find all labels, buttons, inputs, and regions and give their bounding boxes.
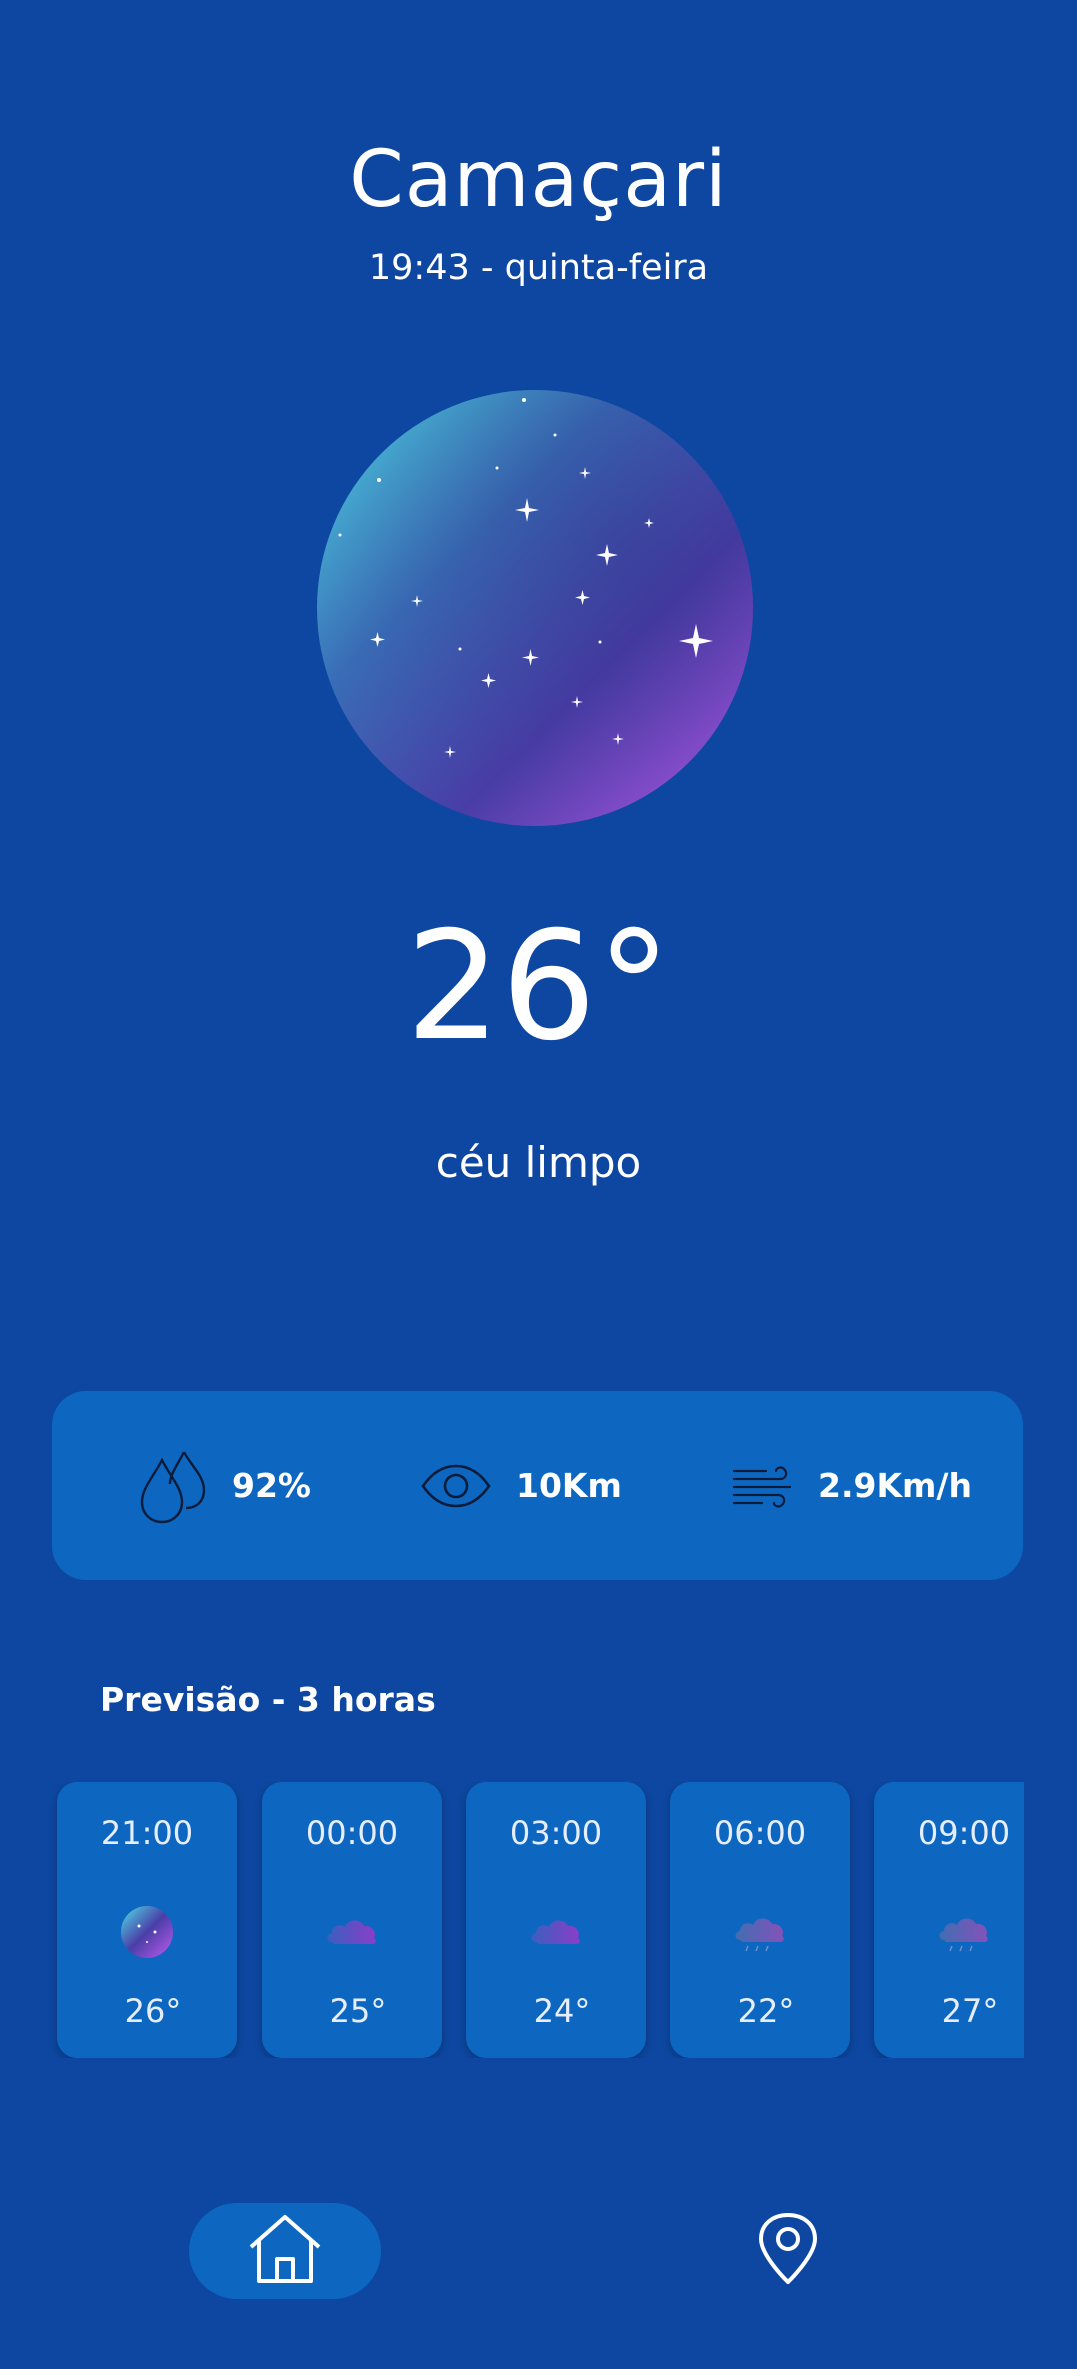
forecast-time: 09:00 <box>917 1814 1011 1852</box>
forecast-card[interactable]: 03:00 24° <box>466 1782 646 2058</box>
city-name: Camaçari <box>349 135 728 225</box>
forecast-temp: 25° <box>329 1992 387 2030</box>
forecast-temp: 26° <box>124 1992 182 2030</box>
wind-value: 2.9Km/h <box>818 1466 972 1505</box>
eye-icon <box>420 1464 492 1508</box>
forecast-card[interactable]: 09:00 27° <box>874 1782 1024 2058</box>
forecast-list[interactable]: 21:00 26° 00:00 25° 03:00 24° 06:00 22° … <box>0 1782 1024 2058</box>
nav-location-button[interactable] <box>740 2203 836 2299</box>
home-icon <box>247 2213 323 2289</box>
date-time: 19:43 - quinta-feira <box>368 248 709 288</box>
humidity-stat: 92% <box>138 1391 311 1580</box>
map-pin-icon <box>757 2212 819 2290</box>
rain-cloud-icon <box>730 1902 790 1962</box>
weather-stats-panel: 92% 10Km 2.9Km/h <box>52 1391 1023 1580</box>
forecast-card[interactable]: 21:00 26° <box>57 1782 237 2058</box>
humidity-value: 92% <box>232 1466 311 1505</box>
cloud-icon <box>526 1902 586 1962</box>
forecast-time: 00:00 <box>305 1814 399 1852</box>
clear-night-orb-icon <box>315 385 755 831</box>
forecast-title: Previsão - 3 horas <box>100 1680 436 1719</box>
visibility-stat: 10Km <box>420 1391 622 1580</box>
forecast-card[interactable]: 00:00 25° <box>262 1782 442 2058</box>
weather-description: céu limpo <box>435 1138 642 1187</box>
clear-night-icon <box>117 1902 177 1962</box>
droplets-icon <box>138 1448 208 1524</box>
current-temperature: 26° <box>405 900 672 1074</box>
forecast-time: 06:00 <box>713 1814 807 1852</box>
forecast-card[interactable]: 06:00 22° <box>670 1782 850 2058</box>
nav-home-button[interactable] <box>189 2203 381 2299</box>
cloud-icon <box>322 1902 382 1962</box>
visibility-value: 10Km <box>516 1466 622 1505</box>
wind-stat: 2.9Km/h <box>732 1391 972 1580</box>
wind-icon <box>732 1461 794 1511</box>
rain-cloud-icon <box>934 1902 994 1962</box>
forecast-time: 03:00 <box>509 1814 603 1852</box>
forecast-temp: 27° <box>941 1992 999 2030</box>
forecast-temp: 22° <box>737 1992 795 2030</box>
forecast-temp: 24° <box>533 1992 591 2030</box>
forecast-time: 21:00 <box>100 1814 194 1852</box>
